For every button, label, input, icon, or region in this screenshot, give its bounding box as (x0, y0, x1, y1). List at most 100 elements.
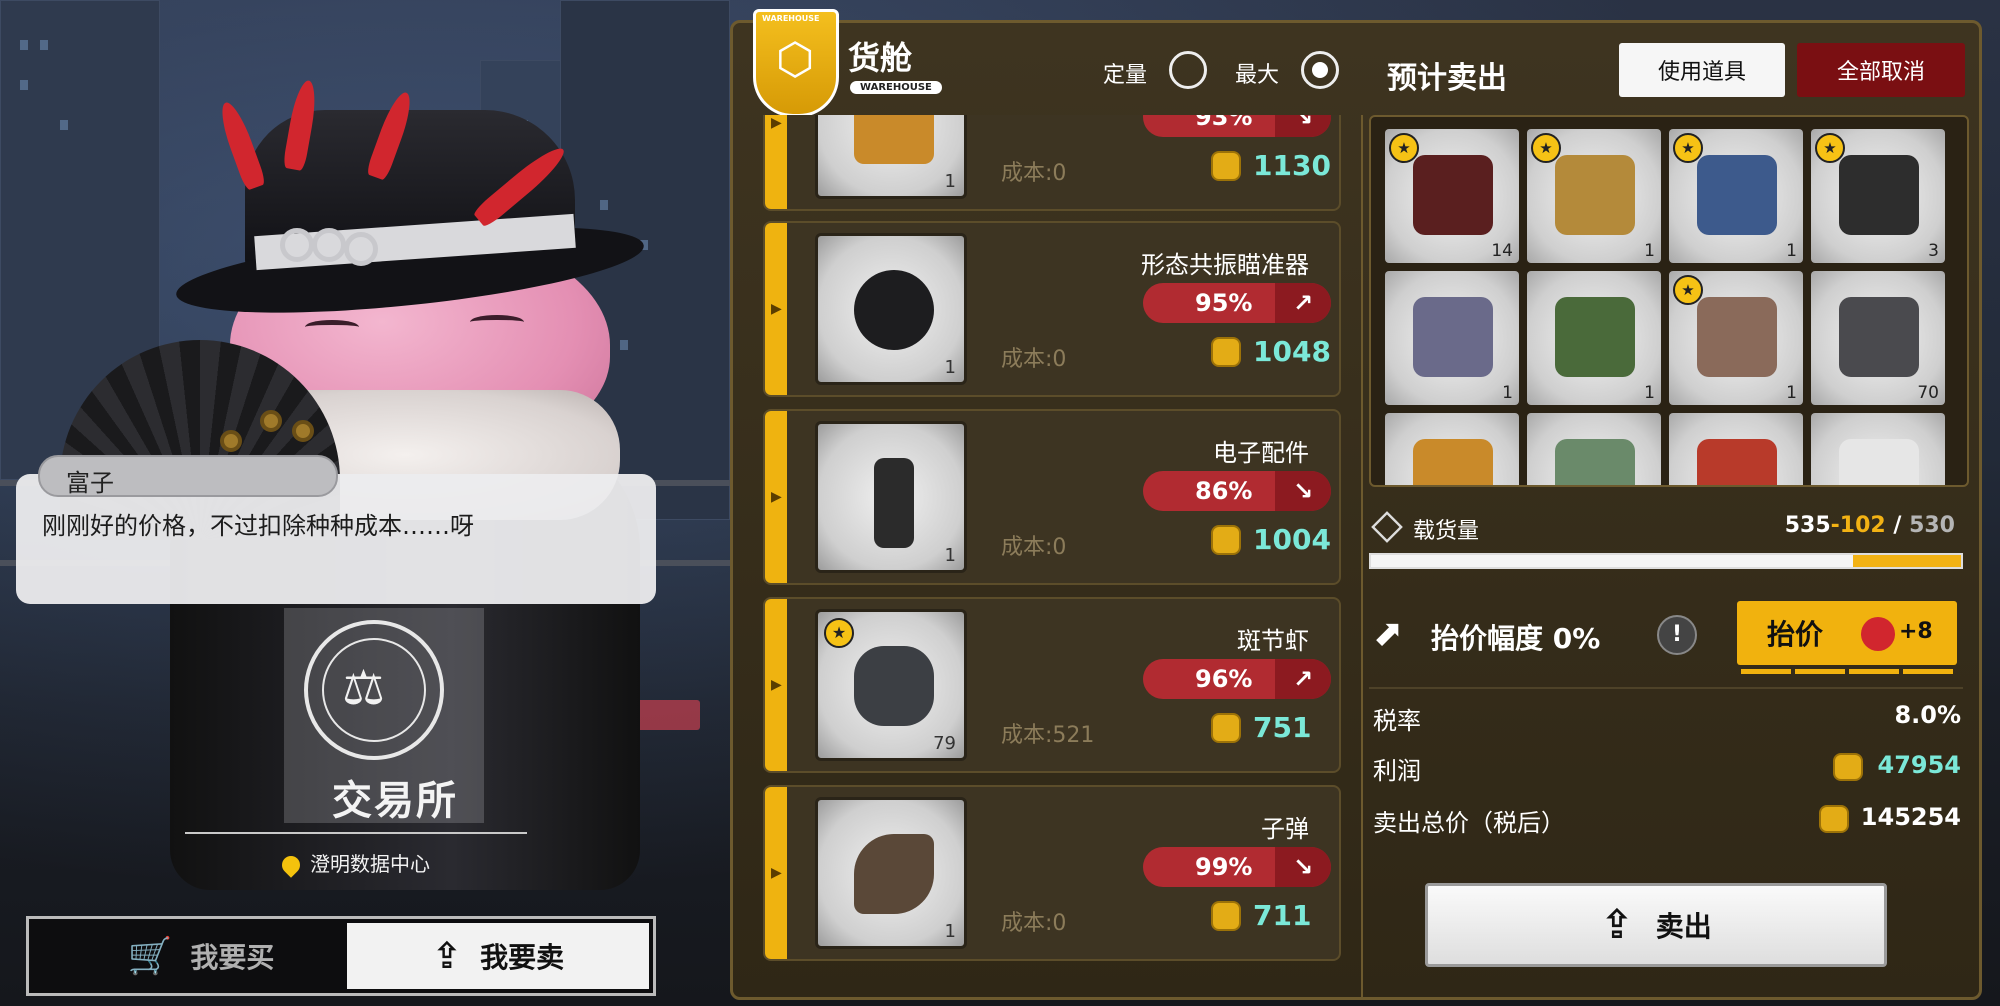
raise-price-label: 抬价 (1767, 618, 1824, 651)
expand-arrow-icon[interactable]: ▶ (771, 489, 782, 505)
item-price: 751 (1253, 711, 1312, 744)
price-percent-badge: 99% ↘ (1143, 847, 1331, 887)
item-thumbnail: 1 (815, 233, 967, 385)
capacity-bar (1369, 553, 1963, 569)
expand-arrow-icon[interactable]: ▶ (771, 301, 782, 317)
item-name: 电子配件 (1213, 439, 1309, 467)
capacity-selling-fill (1853, 555, 1961, 567)
star-icon: ★ (1531, 133, 1561, 163)
trend-up-icon: ↗ (1275, 283, 1331, 323)
character-eye (305, 320, 359, 334)
raise-price-button[interactable]: 抬价 +8 (1737, 601, 1957, 665)
tax-label: 税率 (1373, 707, 1421, 735)
fan-coin (292, 420, 314, 442)
tab-sell-label: 我要卖 (480, 941, 565, 974)
coin-icon (1211, 337, 1241, 367)
cancel-all-button[interactable]: 全部取消 (1797, 43, 1965, 97)
use-item-button[interactable]: 使用道具 (1619, 43, 1785, 97)
item-image (1839, 297, 1919, 377)
inventory-qty: 1 (1786, 383, 1797, 403)
cargo-item[interactable]: ▶ 1 子弹 99% ↘ 成本:0 711 (763, 785, 1341, 961)
tax-row: 税率 8.0% (1369, 687, 1963, 737)
location-name: 澄明数据中心 (310, 852, 430, 876)
trend-up-icon: ⬈ (1373, 613, 1404, 654)
price-percent-badge: 93% ↘ (1143, 115, 1331, 137)
cargo-item[interactable]: ▶ 1 形态共振瞄准器 95% ↗ 成本:0 1048 (763, 221, 1341, 397)
dialog-text: 刚刚好的价格，不过扣除种种成本……呀 (42, 512, 474, 540)
fan-coin (220, 430, 242, 452)
raise-amount-label: 抬价幅度 0% (1431, 622, 1601, 655)
item-thumbnail: 1 (815, 421, 967, 573)
character-eye (470, 315, 524, 329)
hat-ring (312, 228, 346, 262)
coin-icon (1211, 901, 1241, 931)
total-value: 145254 (1860, 803, 1961, 831)
cargo-item-list[interactable]: ▶ 1 93% ↘ 成本:0 1130 ▶ 1 形态共振瞄准器 95% ↗ 成本:0… (763, 115, 1363, 997)
inventory-cell[interactable]: 1 (1385, 271, 1519, 405)
info-icon[interactable]: ! (1657, 615, 1697, 655)
expand-arrow-icon[interactable]: ▶ (771, 865, 782, 881)
cargo-capacity-icon (1371, 511, 1403, 543)
trend-down-icon: ↘ (1275, 471, 1331, 511)
coin-icon (1211, 151, 1241, 181)
inventory-cell[interactable] (1811, 413, 1945, 485)
cargo-item[interactable]: ▶ ★ 79 斑节虾 96% ↗ 成本:521 751 (763, 597, 1341, 773)
item-thumbnail: ★ 79 (815, 609, 967, 761)
item-cost: 成本:0 (1001, 161, 1067, 186)
cart-icon: 🛒 (127, 936, 173, 977)
inventory-qty: 14 (1491, 241, 1513, 261)
mode-fixed-label: 定量 (1103, 63, 1148, 88)
tab-buy-label: 我要买 (190, 941, 275, 974)
cargo-item[interactable]: ▶ 1 93% ↘ 成本:0 1130 (763, 115, 1341, 211)
fan-coin (260, 410, 282, 432)
inventory-qty: 1 (1644, 383, 1655, 403)
star-icon: ★ (1673, 133, 1703, 163)
tax-value: 8.0% (1894, 701, 1961, 729)
item-image (1839, 155, 1919, 235)
warehouse-title: 货舱 (848, 39, 913, 77)
trend-down-icon: ↘ (1275, 115, 1331, 137)
inventory-cell[interactable]: 70 (1811, 271, 1945, 405)
expand-arrow-icon[interactable]: ▶ (771, 115, 782, 131)
inventory-cell[interactable]: 1 (1527, 271, 1661, 405)
coin-icon (1819, 805, 1849, 833)
inventory-cell[interactable]: ★ 1 (1669, 129, 1803, 263)
tab-buy[interactable]: 🛒 我要买 (33, 923, 369, 989)
inventory-cell[interactable]: ★ 1 (1527, 129, 1661, 263)
item-price: 711 (1253, 899, 1312, 932)
mode-fixed-radio[interactable] (1169, 51, 1207, 89)
trading-center-emblem: ⚖ 交易所 (284, 608, 484, 824)
mode-max-label: 最大 (1235, 63, 1280, 88)
inventory-qty: 70 (1917, 383, 1939, 403)
capacity-remaining-fill (1371, 555, 1854, 567)
warehouse-panel: WAREHOUSE ⬡ 货舱 WAREHOUSE 定量 最大 预计卖出 使用道具… (730, 9, 1982, 1000)
cargo-item[interactable]: ▶ 1 电子配件 86% ↘ 成本:0 1004 (763, 409, 1341, 585)
divider (185, 832, 527, 834)
inventory-qty: 1 (1502, 383, 1513, 403)
inventory-cell[interactable] (1385, 413, 1519, 485)
upload-icon: ⇪ (1600, 902, 1634, 948)
sell-button-label: 卖出 (1655, 910, 1712, 943)
item-thumbnail: 1 (815, 115, 967, 199)
inventory-cell[interactable]: ★ 3 (1811, 129, 1945, 263)
item-image (1413, 297, 1493, 377)
speaker-name: 富子 (38, 455, 338, 497)
sell-button[interactable]: ⇪ 卖出 (1425, 883, 1887, 967)
item-image (1697, 297, 1777, 377)
expand-arrow-icon[interactable]: ▶ (771, 677, 782, 693)
inventory-cell[interactable]: ★ 1 (1669, 271, 1803, 405)
item-cost: 成本:521 (1001, 723, 1095, 748)
item-price: 1130 (1253, 149, 1331, 182)
inventory-cell[interactable] (1527, 413, 1661, 485)
tab-sell[interactable]: ⇪ 我要卖 (347, 923, 649, 989)
inventory-cell[interactable] (1669, 413, 1803, 485)
inventory-cell[interactable]: ★ 14 (1385, 129, 1519, 263)
mode-max-radio[interactable] (1301, 51, 1339, 89)
item-thumbnail: 1 (815, 797, 967, 949)
capacity-value: 535-102 / 530 (1784, 513, 1955, 538)
inventory-qty: 1 (1786, 241, 1797, 261)
inventory-grid[interactable]: ★ 14 ★ 1 ★ 1 ★ 3 1 1 ★ 1 70 (1369, 115, 1969, 487)
item-price: 1048 (1253, 335, 1331, 368)
warehouse-badge-text: WAREHOUSE (762, 14, 820, 23)
estimated-sell-heading: 预计卖出 (1387, 61, 1507, 96)
